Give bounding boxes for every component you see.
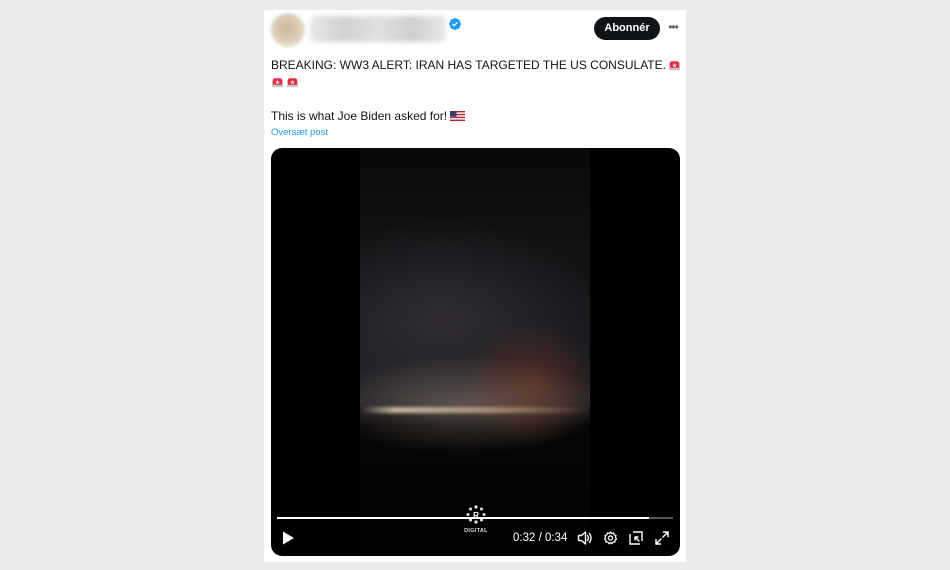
video-frame[interactable]	[360, 148, 590, 556]
subscribe-button[interactable]: Abonnér	[594, 17, 660, 40]
fullscreen-icon[interactable]	[654, 530, 670, 546]
settings-icon[interactable]	[603, 530, 618, 546]
tweet-second-line: This is what Joe Biden asked for!	[271, 109, 448, 123]
picture-in-picture-icon[interactable]	[628, 530, 644, 546]
volume-icon[interactable]	[577, 530, 593, 546]
brand-logo-icon: R	[466, 505, 486, 524]
police-siren-icon	[271, 78, 284, 88]
video-time: 0:32 / 0:34	[513, 532, 568, 544]
tweet-line-1: BREAKING: WW3 ALERT: IRAN HAS TARGETED T…	[271, 57, 681, 74]
verified-badge-icon	[449, 18, 461, 30]
brand-text: DIGITAL	[464, 528, 488, 534]
police-siren-icon	[286, 78, 299, 88]
tweet-line-emojis	[271, 74, 681, 91]
tweet-headline: BREAKING: WW3 ALERT: IRAN HAS TARGETED T…	[271, 58, 666, 72]
more-horizontal-icon[interactable]: •••	[666, 20, 680, 34]
translate-post-link[interactable]: Oversæt post	[271, 127, 328, 138]
horizon-glow	[360, 407, 590, 413]
police-siren-icon	[668, 61, 681, 71]
play-icon[interactable]	[281, 530, 295, 546]
author-name-redacted[interactable]	[310, 16, 446, 42]
avatar[interactable]	[271, 13, 305, 47]
video-player[interactable]: R DIGITAL 0:32 / 0:34	[271, 148, 680, 556]
tweet-text: BREAKING: WW3 ALERT: IRAN HAS TARGETED T…	[271, 57, 681, 125]
tweet-line-2: This is what Joe Biden asked for!	[271, 108, 681, 125]
tweet-card: Abonnér ••• BREAKING: WW3 ALERT: IRAN HA…	[264, 10, 686, 562]
video-progress-bar[interactable]	[277, 517, 673, 519]
us-flag-icon	[450, 111, 466, 121]
video-progress-fill	[277, 517, 650, 519]
brand-watermark: R DIGITAL	[460, 504, 492, 538]
